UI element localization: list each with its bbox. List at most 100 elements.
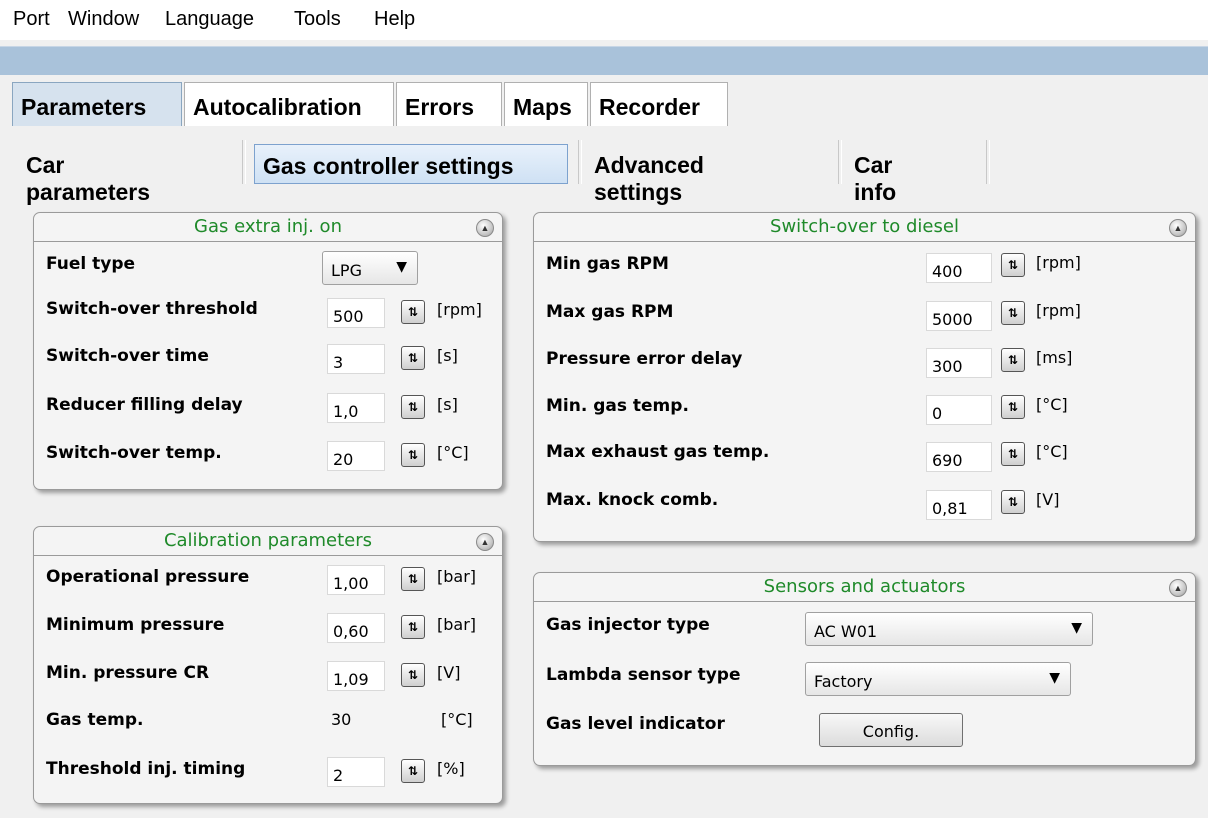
fuel-type-select[interactable]: LPG ▼ (322, 251, 418, 285)
menu-help[interactable]: Help (374, 8, 415, 31)
menu-language[interactable]: Language (165, 8, 254, 31)
row-label: Reducer filling delay (46, 395, 243, 415)
lambda-sensor-type-value: Factory (814, 672, 873, 691)
lambda-sensor-type-label: Lambda sensor type (546, 665, 741, 685)
collapse-icon[interactable]: ▲ (1169, 219, 1187, 237)
row-label: Switch-over time (46, 346, 209, 366)
minimum-pressure-input[interactable]: 0,60 (327, 613, 385, 643)
unit-label: [%] (437, 759, 465, 778)
tab-autocalibration[interactable]: Autocalibration (184, 82, 394, 126)
gas-injector-type-select[interactable]: AC W01 ▼ (805, 612, 1093, 646)
min-pressure-cr-input[interactable]: 1,09 (327, 661, 385, 691)
row-label: Min. pressure CR (46, 663, 210, 683)
spinner-icon[interactable]: ⇅ (1001, 253, 1025, 277)
unit-label: [V] (437, 663, 461, 682)
row-label: Min. gas temp. (546, 396, 689, 416)
spinner-icon[interactable]: ⇅ (1001, 301, 1025, 325)
group-title: Switch-over to diesel (534, 213, 1195, 242)
max-gas-rpm-input[interactable]: 5000 (926, 301, 992, 331)
lambda-sensor-type-select[interactable]: Factory ▼ (805, 662, 1071, 696)
group-calibration-parameters: Calibration parameters ▲ Operational pre… (33, 526, 503, 804)
unit-label: [rpm] (1036, 301, 1081, 320)
group-gas-extra-inj: Gas extra inj. on ▲ Fuel type LPG ▼ Swit… (33, 212, 503, 490)
collapse-icon[interactable]: ▲ (476, 533, 494, 551)
subtab-car-parameters[interactable]: Car parameters (18, 144, 160, 205)
spinner-icon[interactable]: ⇅ (401, 395, 425, 419)
subtab-advanced-settings[interactable]: Advanced settings (586, 144, 714, 205)
unit-label: [bar] (437, 615, 477, 634)
gas-injector-type-value: AC W01 (814, 622, 878, 641)
fuel-type-value: LPG (331, 261, 362, 280)
chevron-down-icon: ▼ (396, 259, 407, 275)
menu-bar: Port Window Language Tools Help (0, 0, 1208, 40)
unit-label: [°C] (441, 710, 473, 729)
tab-errors[interactable]: Errors (396, 82, 502, 126)
chevron-down-icon: ▼ (1049, 670, 1060, 686)
row-label: Switch-over threshold (46, 299, 258, 319)
spinner-icon[interactable]: ⇅ (401, 759, 425, 783)
spinner-icon[interactable]: ⇅ (401, 615, 425, 639)
switch-over-time-input[interactable]: 3 (327, 344, 385, 374)
collapse-icon[interactable]: ▲ (1169, 579, 1187, 597)
subtab-car-info[interactable]: Car info (846, 144, 906, 205)
unit-label: [rpm] (1036, 253, 1081, 272)
spinner-icon[interactable]: ⇅ (1001, 442, 1025, 466)
unit-label: [s] (437, 346, 458, 365)
toolbar-strip (0, 46, 1208, 75)
row-label: Minimum pressure (46, 615, 225, 635)
spinner-icon[interactable]: ⇅ (401, 443, 425, 467)
group-title: Calibration parameters (34, 527, 502, 556)
gas-temp-value: 30 (331, 710, 352, 729)
tab-recorder[interactable]: Recorder (590, 82, 728, 126)
gas-level-indicator-label: Gas level indicator (546, 714, 725, 734)
subtab-separator (242, 140, 246, 184)
threshold-inj-timing-input[interactable]: 2 (327, 757, 385, 787)
row-label: Operational pressure (46, 567, 250, 587)
unit-label: [rpm] (437, 300, 482, 319)
subtab-separator (986, 140, 990, 184)
row-label: Switch-over temp. (46, 443, 222, 463)
switch-over-temp-input[interactable]: 20 (327, 441, 385, 471)
spinner-icon[interactable]: ⇅ (1001, 348, 1025, 372)
unit-label: [ms] (1036, 348, 1073, 367)
gas-temp-label: Gas temp. (46, 710, 144, 730)
collapse-icon[interactable]: ▲ (476, 219, 494, 237)
group-title: Sensors and actuators (534, 573, 1195, 602)
group-title: Gas extra inj. on (34, 213, 502, 242)
menu-window[interactable]: Window (68, 8, 139, 31)
row-label: Min gas RPM (546, 254, 669, 274)
row-label: Max. knock comb. (546, 490, 719, 510)
group-switch-over-to-diesel: Switch-over to diesel ▲ Min gas RPM 400 … (533, 212, 1196, 542)
spinner-icon[interactable]: ⇅ (401, 567, 425, 591)
subtab-separator (578, 140, 582, 184)
unit-label: [s] (437, 395, 458, 414)
menu-port[interactable]: Port (13, 8, 50, 31)
group-sensors-and-actuators: Sensors and actuators ▲ Gas injector typ… (533, 572, 1196, 766)
pressure-error-delay-input[interactable]: 300 (926, 348, 992, 378)
menu-tools[interactable]: Tools (294, 8, 341, 31)
row-label: Pressure error delay (546, 349, 743, 369)
spinner-icon[interactable]: ⇅ (401, 300, 425, 324)
switch-over-threshold-input[interactable]: 500 (327, 298, 385, 328)
config-button[interactable]: Config. (819, 713, 963, 747)
spinner-icon[interactable]: ⇅ (401, 346, 425, 370)
max-exhaust-gas-temp-input[interactable]: 690 (926, 442, 992, 472)
unit-label: [°C] (1036, 395, 1068, 414)
fuel-type-label: Fuel type (46, 254, 136, 274)
chevron-down-icon: ▼ (1071, 620, 1082, 636)
min-gas-temp-input[interactable]: 0 (926, 395, 992, 425)
subtab-gas-controller-settings[interactable]: Gas controller settings (254, 144, 568, 184)
operational-pressure-input[interactable]: 1,00 (327, 565, 385, 595)
max-knock-comb-input[interactable]: 0,81 (926, 490, 992, 520)
row-label: Max gas RPM (546, 302, 674, 322)
min-gas-rpm-input[interactable]: 400 (926, 253, 992, 283)
spinner-icon[interactable]: ⇅ (401, 663, 425, 687)
reducer-filling-delay-input[interactable]: 1,0 (327, 393, 385, 423)
subtab-separator (838, 140, 842, 184)
spinner-icon[interactable]: ⇅ (1001, 395, 1025, 419)
tab-parameters[interactable]: Parameters (12, 82, 182, 126)
tab-maps[interactable]: Maps (504, 82, 588, 126)
unit-label: [°C] (1036, 442, 1068, 461)
row-label: Threshold inj. timing (46, 759, 246, 779)
spinner-icon[interactable]: ⇅ (1001, 490, 1025, 514)
